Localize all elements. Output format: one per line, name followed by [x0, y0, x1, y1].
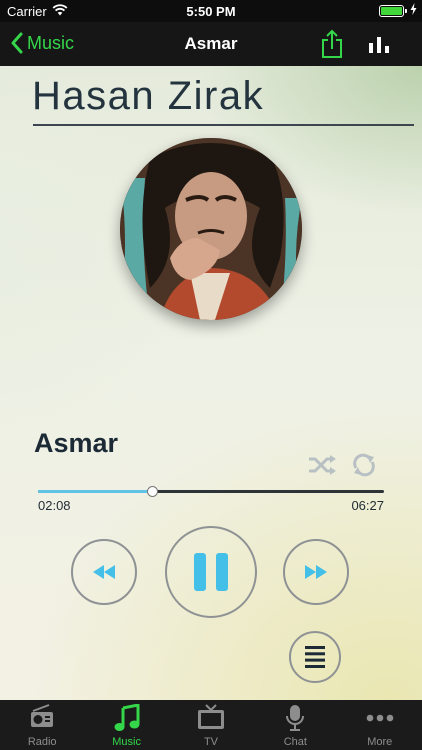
back-button[interactable]: Music — [10, 32, 74, 54]
fast-forward-button[interactable] — [283, 539, 349, 605]
progress-played — [38, 490, 153, 493]
pause-button[interactable] — [165, 526, 257, 618]
playlist-button[interactable] — [289, 631, 341, 683]
shuffle-icon — [309, 455, 336, 475]
list-icon — [305, 646, 325, 668]
rewind-button[interactable] — [71, 539, 137, 605]
music-note-icon — [84, 704, 168, 732]
tab-radio[interactable]: Radio — [0, 700, 84, 750]
equalizer-button[interactable] — [369, 35, 391, 58]
progress-knob[interactable] — [147, 486, 159, 497]
charging-bolt-icon — [410, 3, 417, 18]
tab-label: Music — [112, 736, 141, 748]
radio-icon — [0, 704, 84, 730]
pause-icon — [194, 553, 228, 591]
microphone-icon — [253, 704, 337, 732]
rewind-icon — [93, 565, 115, 579]
status-bar: Carrier 5:50 PM — [0, 0, 422, 22]
tab-chat[interactable]: Chat — [253, 700, 337, 750]
total-duration: 06:27 — [351, 498, 384, 513]
battery-icon — [379, 5, 404, 17]
chevron-left-icon — [11, 32, 23, 54]
elapsed-time: 02:08 — [38, 498, 71, 513]
tab-more[interactable]: More — [338, 700, 422, 750]
tv-icon — [169, 704, 253, 732]
tab-label: Chat — [283, 736, 307, 748]
back-button-label: Music — [27, 32, 75, 53]
tab-bar: Radio Music TV Chat More — [0, 700, 422, 750]
tab-tv[interactable]: TV — [169, 700, 253, 750]
more-dots-icon — [338, 704, 422, 732]
shuffle-button[interactable] — [307, 454, 337, 481]
album-artwork — [120, 138, 302, 320]
artist-divider — [33, 124, 414, 126]
tab-music[interactable]: Music — [84, 700, 168, 750]
progress-slider[interactable] — [38, 486, 384, 497]
fast-forward-icon — [305, 565, 327, 579]
repeat-button[interactable] — [351, 452, 377, 483]
tab-label: TV — [203, 736, 218, 748]
player-screen: Hasan Zirak Asmar 02:08 06:27 — [0, 66, 422, 700]
song-title: Asmar — [34, 428, 119, 458]
navigation-bar: Music Asmar — [0, 22, 422, 66]
clock: 5:50 PM — [186, 4, 236, 19]
battery-tip — [405, 9, 407, 13]
repeat-icon — [353, 453, 375, 477]
share-button[interactable] — [321, 29, 343, 64]
tab-label: Radio — [27, 736, 57, 748]
artwork-portrait — [120, 138, 302, 320]
tab-label: More — [367, 736, 393, 748]
share-icon — [322, 29, 342, 58]
equalizer-bars-icon — [369, 37, 389, 53]
artist-name: Hasan Zirak — [32, 74, 265, 118]
